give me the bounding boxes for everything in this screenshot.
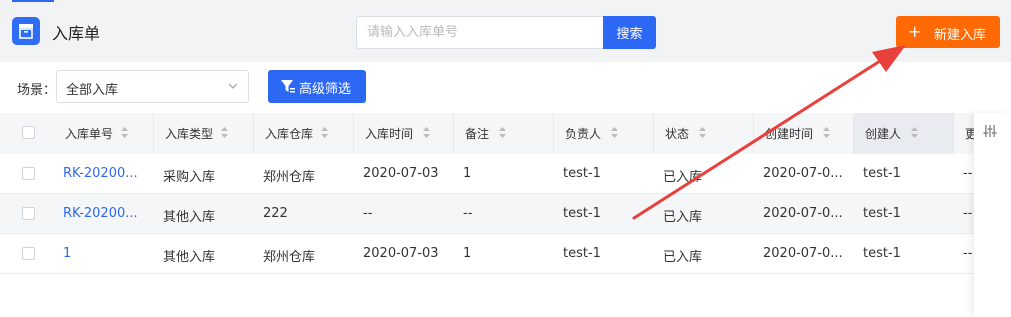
annotation-arrow (632, 45, 906, 220)
